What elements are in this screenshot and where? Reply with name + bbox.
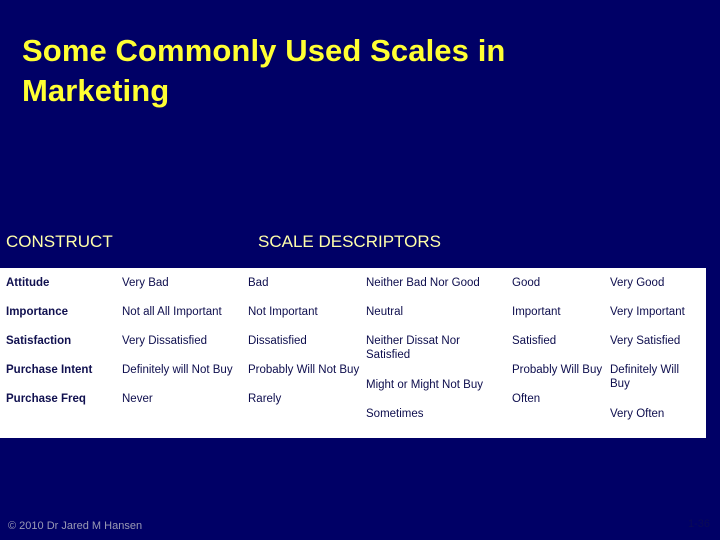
cell-value: Probably Will Buy: [512, 364, 603, 376]
cell-value: Neither Dissat Nor Satisfied: [366, 335, 460, 362]
column-header-construct: CONSTRUCT: [6, 232, 113, 251]
cell-value: Good: [512, 277, 541, 289]
column-header-scale-descriptors: SCALE DESCRIPTORS: [258, 232, 441, 251]
slide-canvas: Some Commonly Used Scales in Marketing C…: [0, 0, 720, 540]
cell-value: Not all All Important: [122, 306, 222, 318]
cell-value: Very Bad: [122, 277, 169, 289]
table-row: Satisfaction: [6, 335, 72, 347]
cell-value: Never: [122, 393, 153, 405]
cell-value: Very Satisfied: [610, 335, 681, 347]
scales-table: Attitude Very Bad Bad Neither Bad Nor Go…: [0, 268, 706, 438]
cell-value: Important: [512, 306, 561, 318]
table-row: Purchase Freq: [6, 393, 86, 405]
table-row: Importance: [6, 306, 68, 318]
cell-value: Probably Will Not Buy: [248, 364, 360, 376]
cell-value: Neutral: [366, 306, 404, 318]
cell-value: Might or Might Not Buy: [366, 379, 483, 391]
table-header-row: CONSTRUCT SCALE DESCRIPTORS: [0, 232, 720, 260]
cell-value: Definitely will Not Buy: [122, 364, 233, 376]
cell-value: Very Good: [610, 277, 665, 289]
table-row: Purchase Intent: [6, 364, 93, 376]
table-row: Attitude: [6, 277, 50, 289]
cell-value: Very Important: [610, 306, 685, 318]
copyright-notice: © 2010 Dr Jared M Hansen: [8, 520, 143, 532]
cell-value: Sometimes: [366, 408, 424, 420]
cell-value: Often: [512, 393, 541, 405]
cell-value: Neither Bad Nor Good: [366, 277, 480, 289]
cell-value: Definitely Will Buy: [610, 364, 680, 391]
page-title: Some Commonly Used Scales in Marketing: [22, 33, 506, 109]
cell-value: Very Often: [610, 408, 665, 420]
cell-value: Very Dissatisfied: [122, 335, 208, 347]
page-number: 1-36: [687, 518, 710, 530]
cell-value: Rarely: [248, 393, 282, 405]
cell-value: Not Important: [248, 306, 318, 318]
cell-value: Dissatisfied: [248, 335, 307, 347]
cell-value: Satisfied: [512, 335, 557, 347]
cell-value: Bad: [248, 277, 269, 289]
